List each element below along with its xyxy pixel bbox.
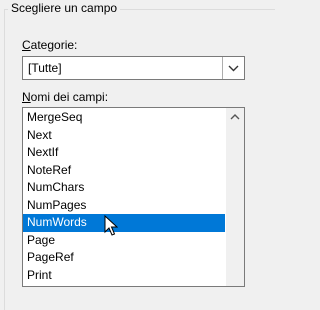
list-item[interactable]: PageRef [23, 249, 225, 267]
categories-mnemonic: C [22, 38, 31, 52]
field-names-listbox[interactable]: MergeSeq Next NextIf NoteRef NumChars NumPage… [22, 107, 245, 287]
list-item[interactable]: NumPages [23, 197, 225, 215]
list-item[interactable]: MergeSeq [23, 109, 225, 127]
fields-label: Nomi dei campi: [22, 90, 108, 104]
list-item[interactable]: Print [23, 267, 225, 285]
list-item[interactable]: NoteRef [23, 162, 225, 180]
fields-label-text: omi dei campi: [30, 90, 109, 104]
group-title: Scegliere un campo [8, 1, 121, 15]
list-item[interactable]: NumChars [23, 179, 225, 197]
scroll-up-button[interactable] [226, 108, 244, 126]
chevron-up-icon [230, 114, 240, 120]
categories-dropdown[interactable]: [Tutte] [22, 56, 245, 80]
mouse-pointer-icon [104, 215, 118, 236]
list-item[interactable]: NextIf [23, 144, 225, 162]
fields-mnemonic: N [22, 90, 31, 104]
categories-label-text: ategorie: [30, 38, 78, 52]
list-item[interactable]: Page [23, 232, 225, 250]
list-item[interactable]: NumWords [23, 214, 225, 232]
categories-selected-value: [Tutte] [28, 61, 62, 75]
vertical-scrollbar[interactable] [226, 108, 244, 286]
dropdown-button[interactable] [222, 57, 244, 79]
chevron-down-icon [228, 65, 239, 71]
list-item[interactable]: Next [23, 127, 225, 145]
categories-label: Categorie: [22, 38, 77, 52]
